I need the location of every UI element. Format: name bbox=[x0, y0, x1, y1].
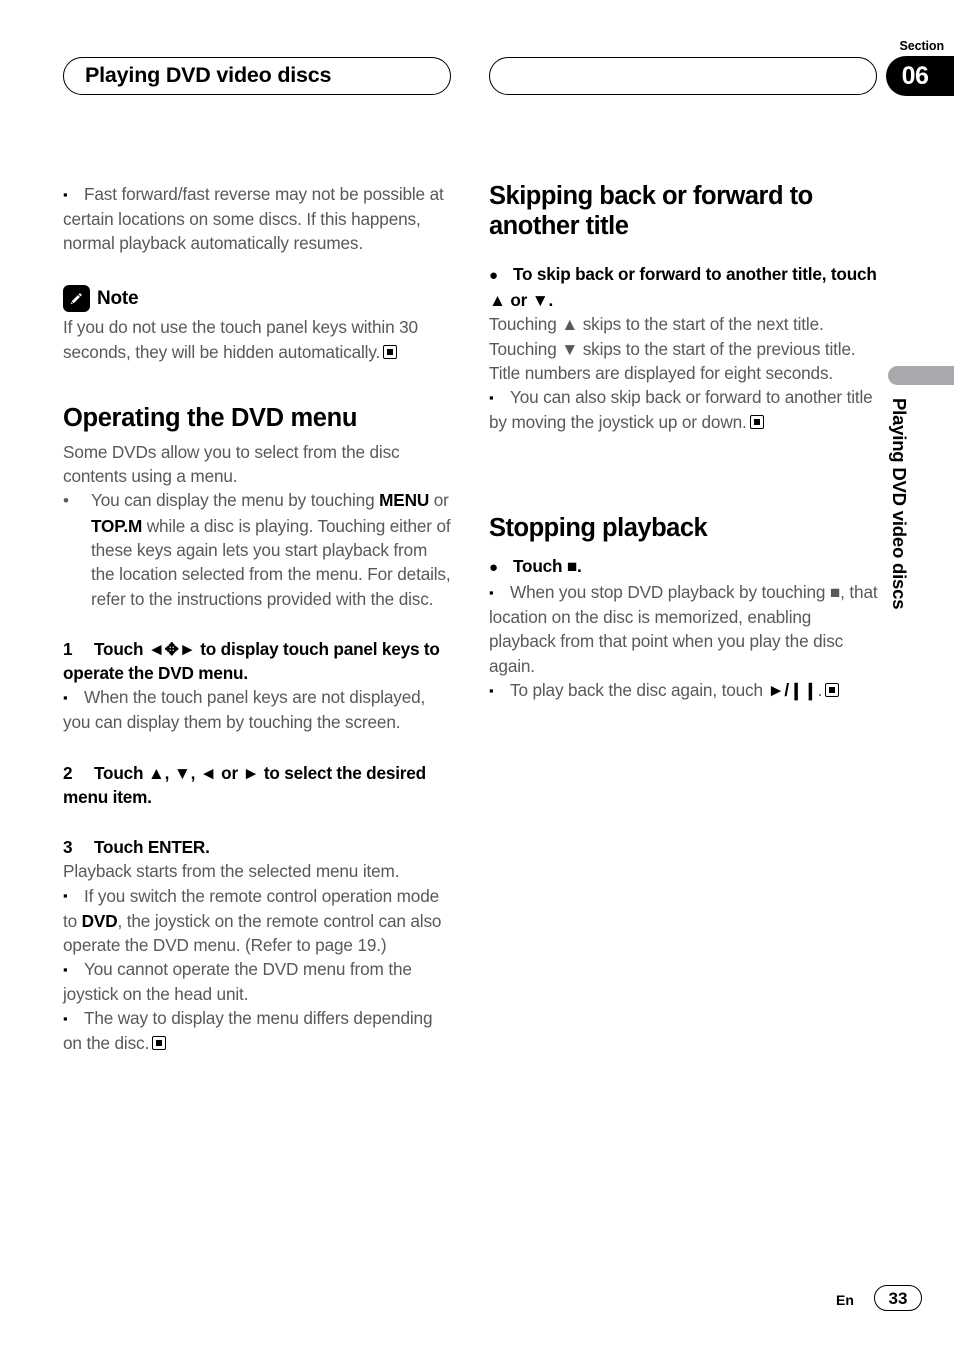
page-header-empty-box bbox=[489, 57, 877, 95]
step-1: 1 Touch ◄✥► to display touch panel keys t… bbox=[63, 637, 453, 686]
note-heading: Note bbox=[63, 285, 453, 313]
square-bullet-icon: ▪ bbox=[63, 1010, 68, 1026]
stop-action-text: Touch ■. bbox=[513, 556, 582, 577]
step-3-body: Playback starts from the selected menu i… bbox=[63, 861, 400, 882]
note-body: If you do not use the touch panel keys w… bbox=[63, 315, 453, 364]
sidebar-vertical-title: Playing DVD video discs bbox=[889, 398, 910, 610]
stop-memorize-note-text: When you stop DVD playback by touching ■… bbox=[489, 582, 878, 676]
note-title: Note bbox=[97, 287, 139, 309]
section-label: Section bbox=[899, 39, 945, 53]
skip-description: Touching ▲ skips to the start of the nex… bbox=[489, 314, 856, 359]
intro-square-note: ▪ Fast forward/fast reverse may not be po… bbox=[63, 182, 453, 255]
step-3-text: Touch ENTER. bbox=[94, 837, 210, 858]
resume-playback-part1: To play back the disc again, touch bbox=[510, 680, 768, 701]
skip-joystick-note: ▪ You can also skip back or forward to an… bbox=[489, 385, 879, 434]
square-bullet-icon: ▪ bbox=[63, 888, 68, 904]
operating-intro-text: Some DVDs allow you to select from the d… bbox=[63, 441, 400, 487]
square-bullet-icon: ▪ bbox=[63, 689, 68, 705]
square-bullet-icon: ▪ bbox=[489, 584, 494, 600]
skip-action-line: ● To skip back or forward to another titl… bbox=[489, 262, 879, 313]
skip-joystick-note-text: You can also skip back or forward to ano… bbox=[489, 387, 873, 432]
step-1-number: 1 bbox=[63, 638, 73, 659]
stop-action-line: ● Touch ■. bbox=[489, 554, 879, 580]
square-bullet-icon: ▪ bbox=[63, 961, 68, 977]
heading-stopping-playback: Stopping playback bbox=[489, 514, 708, 543]
left-column: ▪ Fast forward/fast reverse may not be po… bbox=[63, 182, 453, 1055]
end-of-topic-icon bbox=[152, 1036, 167, 1051]
step-3-note-3-text: The way to display the menu differs depe… bbox=[63, 1008, 433, 1054]
operating-bullet-conj: or bbox=[429, 490, 449, 511]
footer-page-number: 33 bbox=[888, 1288, 908, 1308]
step-3-note-1-part2: , the joystick on the remote control can… bbox=[63, 910, 442, 955]
step-2-text: Touch ▲, ▼, ◄ or ► to select the desired… bbox=[63, 762, 426, 807]
end-of-topic-icon bbox=[825, 683, 840, 698]
resume-playback-note: ▪ To play back the disc again, touch ►/❙❙… bbox=[489, 678, 879, 703]
sidebar-tab-marker bbox=[888, 366, 954, 385]
right-column: Skipping back or forward to another titl… bbox=[489, 182, 879, 703]
step-2: 2 Touch ▲, ▼, ◄ or ► to select the desire… bbox=[63, 761, 453, 810]
operating-bullet-part1: You can display the menu by touching bbox=[91, 490, 380, 511]
skip-action-text: To skip back or forward to another title… bbox=[489, 263, 877, 310]
square-bullet-icon: ▪ bbox=[489, 682, 494, 698]
operating-bullet-item: • You can display the menu by touching ME… bbox=[63, 488, 453, 610]
step-2-number: 2 bbox=[63, 762, 73, 783]
heading-operating-dvd-menu: Operating the DVD menu bbox=[63, 403, 358, 432]
operating-bullet-part2: while a disc is playing. Touching either… bbox=[91, 515, 451, 609]
footer-language: En bbox=[836, 1292, 854, 1308]
pencil-icon bbox=[63, 285, 90, 313]
filled-circle-bullet-icon: ● bbox=[489, 559, 498, 577]
stop-memorize-note: ▪ When you stop DVD playback by touching … bbox=[489, 580, 879, 678]
square-bullet-icon: ▪ bbox=[489, 389, 494, 405]
step-1-text-before: Touch bbox=[94, 638, 148, 659]
filled-circle-bullet-icon: ● bbox=[489, 266, 498, 284]
step-3: 3 Touch ENTER. bbox=[63, 835, 453, 859]
section-number: 06 bbox=[901, 61, 929, 90]
page-header-title: Playing DVD video discs bbox=[85, 63, 332, 88]
square-bullet-icon: ▪ bbox=[63, 186, 68, 202]
resume-playback-part2: . bbox=[817, 680, 823, 701]
step-1-note-text: When the touch panel keys are not displa… bbox=[63, 687, 426, 733]
play-pause-icon: ►/❙❙ bbox=[767, 680, 818, 701]
title-numbers-text: Title numbers are displayed for eight se… bbox=[489, 362, 834, 383]
step-3-note-2-text: You cannot operate the DVD menu from the… bbox=[63, 959, 412, 1004]
key-topm: TOP.M bbox=[91, 515, 143, 536]
note-body-text: If you do not use the touch panel keys w… bbox=[63, 317, 418, 362]
step-3-note-1: ▪ If you switch the remote control operat… bbox=[63, 884, 453, 957]
intro-square-note-text: Fast forward/fast reverse may not be pos… bbox=[63, 184, 444, 254]
step-1-note: ▪ When the touch panel keys are not displ… bbox=[63, 685, 453, 734]
section-number-badge: 06 bbox=[886, 56, 954, 96]
end-of-topic-icon bbox=[749, 414, 764, 429]
step-3-note-2: ▪ You cannot operate the DVD menu from th… bbox=[63, 957, 453, 1006]
round-bullet-icon: • bbox=[63, 491, 69, 511]
footer-page-badge: 33 bbox=[874, 1285, 922, 1311]
joystick-4way-icon: ◄✥► bbox=[147, 638, 196, 659]
step-3-number: 3 bbox=[63, 837, 73, 858]
end-of-topic-icon bbox=[383, 344, 398, 359]
heading-skipping-back-or-forward: Skipping back or forward to another titl… bbox=[489, 182, 813, 240]
key-dvd: DVD bbox=[81, 910, 118, 931]
key-menu: MENU bbox=[379, 490, 430, 511]
page-header-title-box: Playing DVD video discs bbox=[63, 57, 451, 95]
step-3-note-3: ▪ The way to display the menu differs dep… bbox=[63, 1006, 453, 1055]
